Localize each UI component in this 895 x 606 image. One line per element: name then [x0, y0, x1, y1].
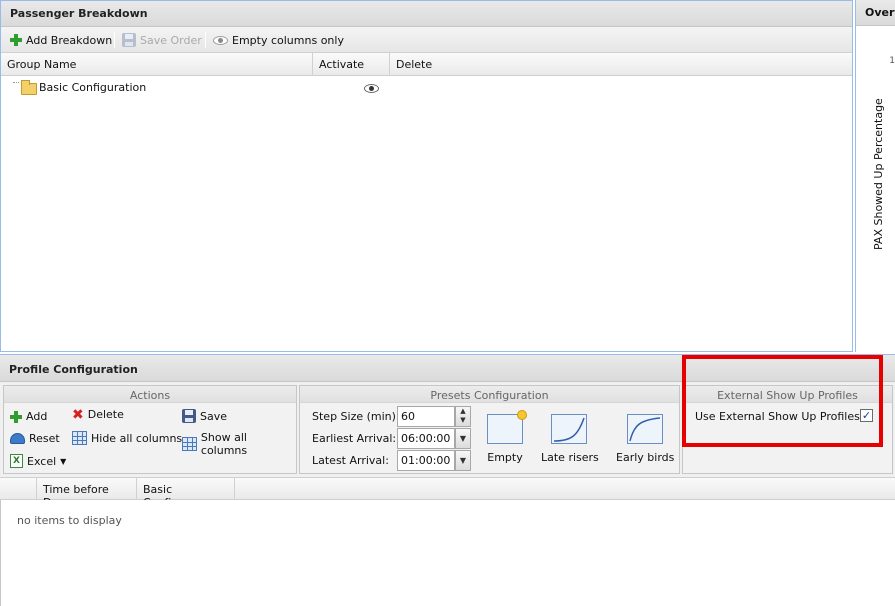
tree-connector [13, 82, 19, 83]
add-breakdown-button[interactable]: Add Breakdown [10, 31, 112, 49]
chevron-down-icon[interactable]: ▼ [455, 450, 471, 471]
column-delete[interactable]: Delete [390, 53, 852, 76]
reset-button[interactable]: Reset [10, 432, 60, 445]
tree-row[interactable]: Basic Configuration [11, 78, 853, 96]
preset-label: Empty [487, 451, 523, 464]
latest-arrival-label: Latest Arrival: [312, 454, 389, 467]
excel-button[interactable]: X Excel ▼ [10, 454, 66, 468]
grid-icon [182, 437, 197, 451]
reset-icon [10, 433, 25, 444]
latest-arrival-input[interactable]: 01:00:00 [397, 450, 455, 471]
chevron-down-icon[interactable]: ▼ [455, 428, 471, 449]
panel-header: Profile Configuration [0, 355, 895, 382]
toolbar-separator [114, 32, 115, 48]
eye-icon [213, 35, 228, 45]
delete-label: Delete [87, 408, 124, 421]
preset-late-risers-button[interactable]: Late risers [541, 414, 599, 464]
excel-icon: X [10, 454, 23, 468]
empty-message: no items to display [17, 514, 122, 527]
column-activate[interactable]: Activate [313, 53, 390, 76]
add-label: Add [26, 410, 48, 423]
reset-label: Reset [29, 432, 60, 445]
add-button[interactable]: Add [10, 410, 47, 423]
show-all-columns-button[interactable]: Show all columns [182, 431, 296, 457]
empty-columns-label: Empty columns only [232, 33, 344, 47]
save-icon [182, 409, 196, 423]
panel-header: Passenger Breakdown [1, 1, 852, 27]
empty-chart-icon [487, 410, 527, 444]
star-icon [517, 410, 527, 420]
curve-icon [553, 417, 585, 442]
plus-icon [10, 34, 22, 46]
group-title: External Show Up Profiles [683, 386, 892, 403]
step-size-input[interactable]: 60 [397, 406, 455, 427]
earliest-arrival-label: Earliest Arrival: [312, 432, 397, 445]
panel-title: Profile Configuration [9, 363, 138, 376]
group-title: Presets Configuration [300, 386, 679, 403]
column-time-before[interactable]: Time before De... [37, 478, 137, 509]
breakdown-toolbar: Add Breakdown Save Order Empty columns o… [1, 27, 852, 53]
panel-title: Passenger Breakdown [10, 7, 148, 20]
preset-empty-button[interactable]: Empty [484, 410, 527, 464]
early-birds-chart-icon [627, 414, 663, 444]
use-external-checkbox[interactable]: ✓ [860, 409, 873, 422]
hide-all-columns-button[interactable]: Hide all columns [72, 431, 182, 445]
passenger-breakdown-panel: Passenger Breakdown Add Breakdown Save O… [0, 0, 853, 352]
y-axis-tick: 1 [889, 56, 895, 66]
preset-label: Early birds [616, 451, 675, 464]
empty-columns-toggle[interactable]: Empty columns only [213, 31, 344, 49]
overview-header: Overv [856, 0, 895, 26]
overview-title: Overv [865, 6, 895, 19]
external-profiles-group: External Show Up Profiles Use External S… [682, 385, 893, 474]
earliest-arrival-input[interactable]: 06:00:00 [397, 428, 455, 449]
overview-panel: Overv 1 PAX Showed Up Percentage [855, 0, 895, 352]
hide-all-label: Hide all columns [91, 431, 183, 445]
column-row-number[interactable] [0, 478, 37, 501]
grid-icon [72, 431, 87, 445]
profile-configuration-panel: Profile Configuration Actions Add ✖ Dele… [0, 354, 895, 606]
breakdown-tree: Basic Configuration [1, 76, 852, 351]
step-size-spinner[interactable]: ▲ ▼ [455, 406, 471, 427]
y-axis-label: PAX Showed Up Percentage [872, 98, 885, 250]
delete-button[interactable]: ✖ Delete [72, 406, 124, 423]
save-icon [122, 33, 136, 47]
eye-icon[interactable] [363, 84, 379, 93]
dropdown-arrow-icon: ▼ [60, 456, 67, 466]
actions-group: Actions Add ✖ Delete Save Reset Hide all… [3, 385, 297, 474]
save-label: Save [200, 409, 228, 423]
add-breakdown-label: Add Breakdown [26, 33, 113, 47]
presets-group: Presets Configuration Step Size (min): 6… [299, 385, 680, 474]
delete-icon: ✖ [72, 406, 84, 423]
profile-grid-header: Time before De... Basic Configura... [0, 477, 895, 509]
breakdown-column-header: Group Name Activate Delete [1, 53, 852, 76]
profile-grid-body: no items to display [0, 500, 895, 606]
tree-row-label: Basic Configuration [39, 81, 147, 94]
preset-label: Late risers [541, 451, 599, 464]
folder-icon [21, 80, 37, 95]
use-external-label: Use External Show Up Profiles: [695, 410, 864, 423]
step-size-label: Step Size (min): [312, 410, 400, 423]
save-button[interactable]: Save [182, 409, 227, 423]
group-title: Actions [4, 386, 296, 403]
save-order-label: Save Order [140, 33, 202, 47]
late-risers-chart-icon [551, 414, 587, 444]
plus-icon [10, 410, 22, 423]
save-order-button[interactable]: Save Order [122, 31, 202, 49]
column-group-name[interactable]: Group Name [1, 53, 313, 76]
column-basic-configuration[interactable]: Basic Configura... [137, 478, 235, 509]
preset-early-birds-button[interactable]: Early birds [616, 414, 674, 464]
show-all-label: Show all columns [200, 431, 248, 457]
toolbar-separator [205, 32, 206, 48]
curve-icon [629, 417, 661, 442]
excel-label: Excel [27, 454, 57, 468]
